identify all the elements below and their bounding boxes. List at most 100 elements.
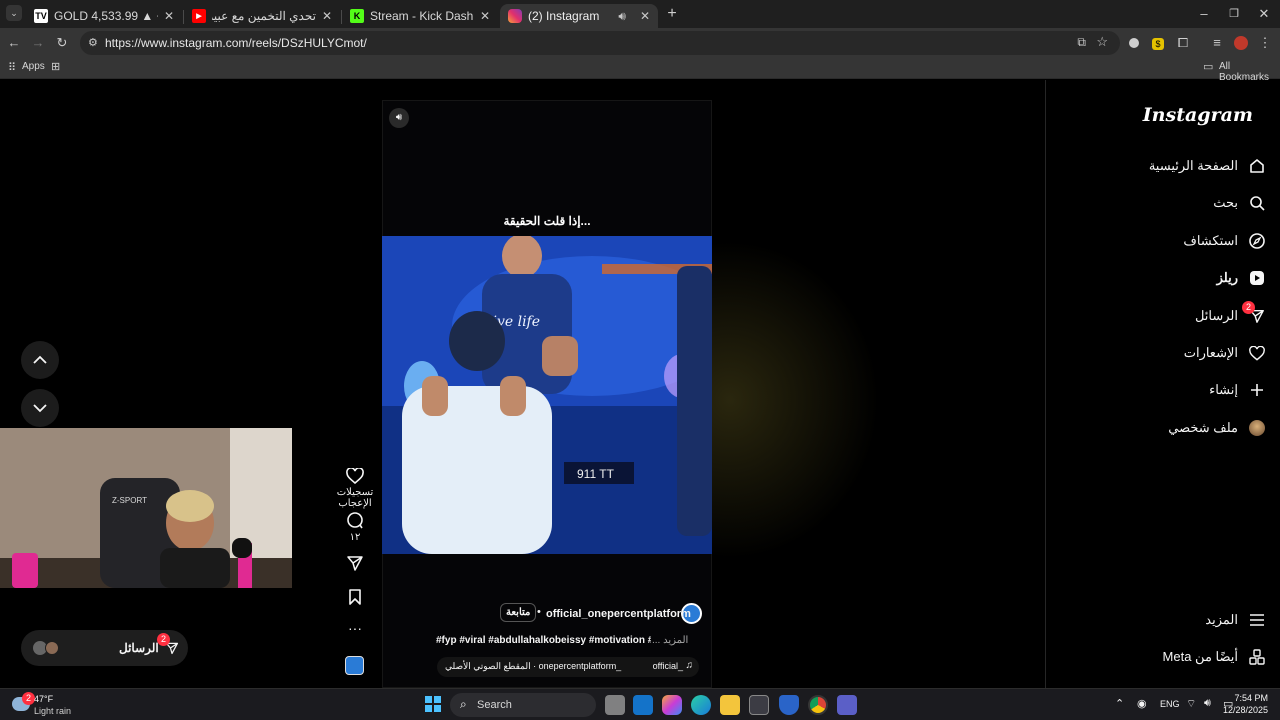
- music-note-icon: ♫: [685, 660, 694, 671]
- hamburger-icon: [1248, 611, 1266, 629]
- audio-pill[interactable]: ♫ official_ المقطع الصوتي الأصلي · onepe…: [437, 657, 699, 677]
- extension-dollar-icon[interactable]: $: [1150, 35, 1166, 51]
- sidebar-also-from-meta[interactable]: أيضًا من Meta: [1163, 648, 1266, 666]
- extensions-puzzle-icon[interactable]: ⧠: [1175, 35, 1191, 51]
- install-icon[interactable]: ⧉: [1077, 35, 1086, 50]
- site-info-icon[interactable]: ⚙︎: [88, 36, 98, 49]
- wifi-icon[interactable]: ⌔: [1186, 697, 1196, 711]
- address-bar[interactable]: ⚙︎ https://www.instagram.com/reels/DSzHU…: [80, 31, 1120, 55]
- comment-button[interactable]: ١٢: [330, 511, 380, 543]
- sidebar-item-explore[interactable]: استكشاف: [1183, 232, 1266, 250]
- heart-icon: [1248, 344, 1266, 362]
- video-frame: 911 TT live life: [382, 236, 712, 554]
- sidebar-item-profile[interactable]: ملف شخصي: [1168, 419, 1266, 437]
- sidebar-item-label: استكشاف: [1183, 233, 1238, 248]
- sidebar-item-search[interactable]: بحث: [1213, 194, 1266, 212]
- reel-username[interactable]: official_onepercentplatform: [546, 608, 691, 620]
- bookmark-star-icon[interactable]: ☆: [1096, 34, 1108, 50]
- menu-kebab-icon[interactable]: ⋮: [1257, 35, 1273, 51]
- webcam-frame: Z-SPORT: [0, 428, 292, 588]
- tab-gold[interactable]: TV GOLD 4,533.99 ▲ +1.22% Unn ✕: [26, 4, 182, 28]
- mute-button[interactable]: 🔊︎: [389, 108, 409, 128]
- more-options-button[interactable]: ···: [330, 620, 380, 636]
- tab-instagram[interactable]: (2) Instagram 🔊︎ ✕: [500, 4, 658, 28]
- sidebar-item-label: بحث: [1213, 195, 1238, 210]
- sidebar-item-label: الصفحة الرئيسية: [1148, 158, 1238, 173]
- close-tab-icon[interactable]: ✕: [164, 9, 174, 23]
- youtube-icon: ▶: [192, 9, 206, 23]
- sidebar-item-messages[interactable]: 2 الرسائل: [1195, 301, 1266, 325]
- sidebar-item-notifications[interactable]: الإشعارات: [1184, 344, 1266, 362]
- windows-taskbar: 2 47°F Light rain ⌕ Search ⌃ ◉ ENG ⌔ 🔊︎ …: [0, 688, 1280, 720]
- restore-icon[interactable]: ❐: [1226, 6, 1242, 22]
- close-tab-icon[interactable]: ✕: [640, 9, 650, 23]
- volume-icon[interactable]: 🔊︎: [1204, 697, 1211, 710]
- language-indicator[interactable]: ENG: [1160, 699, 1180, 709]
- sidebar-more-label: المزيد: [1205, 612, 1238, 627]
- close-tab-icon[interactable]: ✕: [322, 9, 332, 23]
- apps-label[interactable]: Apps: [22, 61, 45, 72]
- task-view-icon[interactable]: [605, 695, 625, 715]
- store-icon[interactable]: [749, 695, 769, 715]
- heart-icon: [346, 467, 364, 485]
- profile-avatar-icon[interactable]: [1233, 35, 1249, 51]
- caption-more-link[interactable]: المزيد ...: [652, 635, 688, 646]
- instagram-logo[interactable]: Instagram: [1143, 104, 1253, 126]
- like-button[interactable]: تسجيلات الإعجاب: [330, 467, 380, 509]
- edge-icon[interactable]: [691, 695, 711, 715]
- reels-icon: [1248, 269, 1266, 287]
- plus-icon: [1248, 381, 1266, 399]
- sidebar-item-home[interactable]: الصفحة الرئيسية: [1149, 157, 1266, 175]
- share-button[interactable]: [330, 554, 380, 575]
- sidebar-item-reels[interactable]: ريلز: [1217, 269, 1266, 287]
- back-icon[interactable]: ←: [6, 35, 22, 51]
- tab-kick[interactable]: K Stream - Kick Dashboard ✕: [342, 4, 498, 28]
- apps-grid-icon[interactable]: ⠿: [8, 61, 16, 74]
- reel-video[interactable]: 911 TT live life: [382, 236, 712, 554]
- defender-icon[interactable]: [779, 695, 799, 715]
- search-icon: ⌕: [460, 697, 467, 711]
- webcam-overlay: Z-SPORT: [0, 428, 292, 588]
- tab-title: Stream - Kick Dashboard: [370, 9, 474, 23]
- new-tab-icon[interactable]: +: [664, 6, 680, 22]
- sidebar-item-create[interactable]: إنشاء: [1209, 381, 1266, 399]
- start-button[interactable]: [425, 696, 441, 712]
- file-explorer-icon[interactable]: [720, 695, 740, 715]
- clock-date[interactable]: 12/28/2025: [1223, 705, 1268, 715]
- messages-pill[interactable]: الرسائل 2: [21, 630, 188, 666]
- outlook-icon[interactable]: [633, 695, 653, 715]
- folder-icon: ▭: [1203, 61, 1214, 73]
- speaker-icon[interactable]: 🔊︎: [618, 9, 626, 24]
- save-button[interactable]: [330, 588, 380, 609]
- chevron-up-icon: [33, 355, 47, 364]
- close-tab-icon[interactable]: ✕: [480, 9, 490, 23]
- audio-thumbnail[interactable]: [345, 656, 364, 675]
- audio-label: المقطع الصوتي الأصلي · onepercentplatfor…: [445, 661, 622, 671]
- clock-time[interactable]: 7:54 PM: [1234, 693, 1268, 703]
- extension-circle-icon[interactable]: [1126, 35, 1142, 51]
- reload-icon[interactable]: ↻: [54, 35, 70, 51]
- sidebar-more[interactable]: المزيد: [1205, 611, 1266, 629]
- previous-reel-button[interactable]: [21, 341, 59, 379]
- messages-badge: 2: [1242, 301, 1255, 314]
- copilot-icon[interactable]: [662, 695, 682, 715]
- tab-search-icon[interactable]: ⌄: [6, 5, 22, 21]
- chevron-up-icon[interactable]: ⌃: [1115, 697, 1124, 710]
- tab-strip: ⌄ TV GOLD 4,533.99 ▲ +1.22% Unn ✕ ▶ تحدي…: [0, 0, 1280, 28]
- follow-button[interactable]: متابعة: [500, 603, 537, 622]
- bookmarks-bar: ⠿ Apps ⊞ ▭ All Bookmarks: [0, 57, 1280, 83]
- sidebar-item-label: الإشعارات: [1183, 345, 1238, 360]
- forward-icon[interactable]: →: [30, 35, 46, 51]
- media-control-icon[interactable]: ≡: [1209, 35, 1225, 51]
- tab-groups-icon[interactable]: ⊞: [51, 60, 60, 73]
- teams-icon[interactable]: [837, 695, 857, 715]
- chrome-icon[interactable]: [808, 695, 828, 715]
- discord-tray-icon[interactable]: ◉: [1137, 697, 1147, 710]
- weather-widget[interactable]: 2 47°F Light rain: [10, 692, 100, 718]
- close-window-icon[interactable]: ✕: [1256, 6, 1272, 22]
- minimize-icon[interactable]: –: [1196, 6, 1212, 22]
- chair-text: Z-SPORT: [112, 496, 147, 505]
- next-reel-button[interactable]: [21, 389, 59, 427]
- tab-youtube[interactable]: ▶ تحدي التخمين مع عبيد البريطاني ✕: [184, 4, 340, 28]
- taskbar-search[interactable]: ⌕ Search: [450, 693, 596, 717]
